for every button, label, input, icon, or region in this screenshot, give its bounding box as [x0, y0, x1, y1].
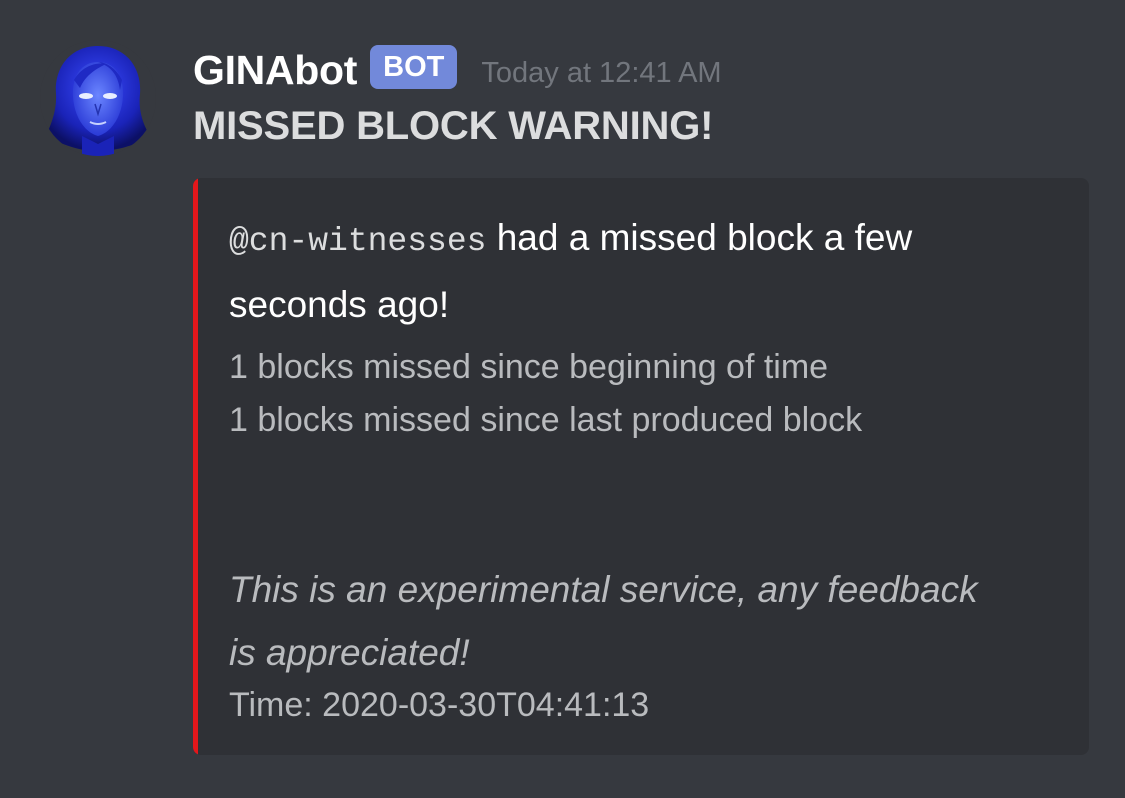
- author-name[interactable]: GINAbot: [193, 47, 357, 94]
- embed-accent-bar: [193, 178, 198, 755]
- message-content: MISSED BLOCK WARNING!: [193, 104, 714, 148]
- missed-since-last-block-line: 1 blocks missed since last produced bloc…: [229, 401, 863, 439]
- bot-badge: BOT: [370, 45, 458, 89]
- message-embed: @cn-witnesses had a missed block a few s…: [193, 178, 1089, 755]
- embed-description: @cn-witnesses had a missed block a few s…: [229, 206, 1049, 336]
- message-header: GINAbot BOT Today at 12:41 AM: [193, 40, 722, 100]
- author-avatar[interactable]: [40, 40, 156, 156]
- user-mention[interactable]: @cn-witnesses: [229, 223, 486, 260]
- embed-time-line: Time: 2020-03-30T04:41:13: [229, 686, 650, 724]
- missed-since-beginning-line: 1 blocks missed since beginning of time: [229, 348, 829, 386]
- bot-avatar-icon: [40, 40, 156, 156]
- message-timestamp: Today at 12:41 AM: [481, 56, 722, 89]
- experimental-service-note: This is an experimental service, any fee…: [229, 569, 978, 673]
